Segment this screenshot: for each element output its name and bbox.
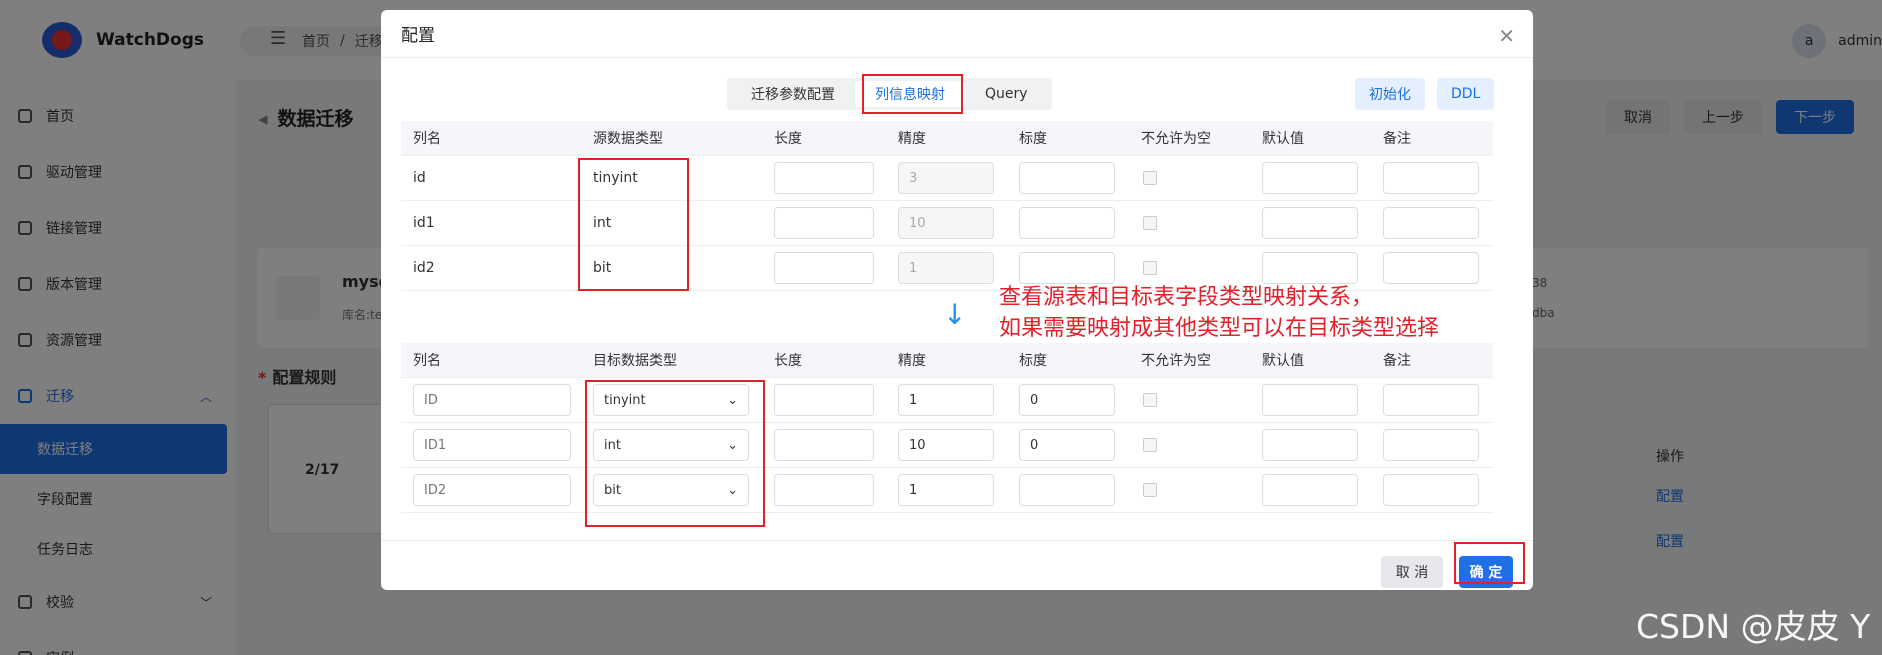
not-null-checkbox[interactable] [1143, 438, 1157, 452]
annotation-line: 查看源表和目标表字段类型映射关系， [999, 285, 1374, 310]
table-row: ID1 int ⌄ 10 0 [401, 423, 1493, 468]
precision-field: 3 [898, 162, 994, 194]
col-header: 标度 [1019, 353, 1047, 369]
default-field[interactable] [1262, 474, 1358, 506]
annotation-note: 查看源表和目标表字段类型映射关系， 如果需要映射成其他类型可以在目标类型选择 [999, 282, 1439, 344]
table-row: id tinyint 3 [401, 156, 1493, 201]
col-header: 列名 [413, 353, 441, 369]
table-header: 列名 目标数据类型 长度 精度 标度 不允许为空 默认值 备注 [401, 343, 1493, 378]
scale-field[interactable]: 0 [1019, 429, 1115, 461]
column-name: id1 [413, 215, 435, 231]
length-field[interactable] [774, 429, 874, 461]
comment-field[interactable] [1383, 162, 1479, 194]
default-field[interactable] [1262, 384, 1358, 416]
dialog-footer [381, 540, 1533, 590]
annotation-box [585, 380, 765, 527]
precision-field[interactable]: 1 [898, 384, 994, 416]
default-field[interactable] [1262, 162, 1358, 194]
col-header: 标度 [1019, 131, 1047, 147]
precision-field: 1 [898, 252, 994, 284]
annotation-box [1454, 542, 1525, 584]
not-null-checkbox[interactable] [1143, 483, 1157, 497]
annotation-box [862, 74, 963, 114]
col-header: 默认值 [1262, 131, 1304, 147]
scale-field[interactable] [1019, 207, 1115, 239]
length-field[interactable] [774, 474, 874, 506]
col-header: 目标数据类型 [593, 353, 677, 369]
default-field[interactable] [1262, 207, 1358, 239]
scale-field[interactable] [1019, 162, 1115, 194]
comment-field[interactable] [1383, 384, 1479, 416]
close-icon[interactable]: ✕ [1498, 24, 1515, 48]
column-name: id2 [413, 260, 435, 276]
col-header: 不允许为空 [1141, 131, 1211, 147]
col-header: 备注 [1383, 353, 1411, 369]
tab-migrate-params[interactable]: 迁移参数配置 [731, 81, 855, 107]
dialog-title: 配置 [401, 26, 435, 46]
length-field[interactable] [774, 252, 874, 284]
precision-field[interactable]: 10 [898, 429, 994, 461]
default-field[interactable] [1262, 429, 1358, 461]
ddl-button[interactable]: DDL [1437, 78, 1495, 110]
scale-field[interactable] [1019, 474, 1115, 506]
table-row: id1 int 10 [401, 201, 1493, 246]
target-name-field[interactable]: ID1 [413, 429, 571, 461]
comment-field[interactable] [1383, 429, 1479, 461]
tab-query[interactable]: Query [965, 81, 1048, 107]
table-row: ID2 bit ⌄ 1 [401, 468, 1493, 513]
col-header: 精度 [898, 353, 926, 369]
col-header: 精度 [898, 131, 926, 147]
init-button[interactable]: 初始化 [1355, 78, 1425, 110]
not-null-checkbox [1143, 171, 1157, 185]
default-field[interactable] [1262, 252, 1358, 284]
col-header: 列名 [413, 131, 441, 147]
col-header: 不允许为空 [1141, 353, 1211, 369]
precision-field[interactable]: 1 [898, 474, 994, 506]
cancel-button[interactable]: 取 消 [1381, 556, 1443, 588]
col-header: 长度 [774, 353, 802, 369]
watermark: CSDN @皮皮 Y [1636, 607, 1871, 646]
length-field[interactable] [774, 207, 874, 239]
arrow-down-icon: ↓ [943, 298, 967, 331]
col-header: 长度 [774, 131, 802, 147]
length-field[interactable] [774, 162, 874, 194]
comment-field[interactable] [1383, 474, 1479, 506]
table-header: 列名 源数据类型 长度 精度 标度 不允许为空 默认值 备注 [401, 121, 1493, 156]
scale-field[interactable]: 0 [1019, 384, 1115, 416]
source-table: 列名 源数据类型 长度 精度 标度 不允许为空 默认值 备注 id tinyin… [401, 121, 1493, 291]
col-header: 源数据类型 [593, 131, 663, 147]
table-row: ID tinyint ⌄ 1 0 [401, 378, 1493, 423]
annotation-box [578, 158, 689, 291]
precision-field: 10 [898, 207, 994, 239]
target-name-field[interactable]: ID2 [413, 474, 571, 506]
not-null-checkbox [1143, 261, 1157, 275]
scale-field[interactable] [1019, 252, 1115, 284]
target-name-field[interactable]: ID [413, 384, 571, 416]
not-null-checkbox[interactable] [1143, 393, 1157, 407]
col-header: 备注 [1383, 131, 1411, 147]
comment-field[interactable] [1383, 207, 1479, 239]
comment-field[interactable] [1383, 252, 1479, 284]
config-dialog: 配置 ✕ 迁移参数配置 列信息映射 Query 初始化 DDL 列名 源数据类型… [381, 10, 1533, 590]
length-field[interactable] [774, 384, 874, 416]
column-name: id [413, 170, 426, 186]
target-table: 列名 目标数据类型 长度 精度 标度 不允许为空 默认值 备注 ID tinyi… [401, 343, 1493, 513]
dialog-header: 配置 [381, 10, 1533, 58]
not-null-checkbox [1143, 216, 1157, 230]
col-header: 默认值 [1262, 353, 1304, 369]
annotation-line: 如果需要映射成其他类型可以在目标类型选择 [999, 316, 1440, 341]
